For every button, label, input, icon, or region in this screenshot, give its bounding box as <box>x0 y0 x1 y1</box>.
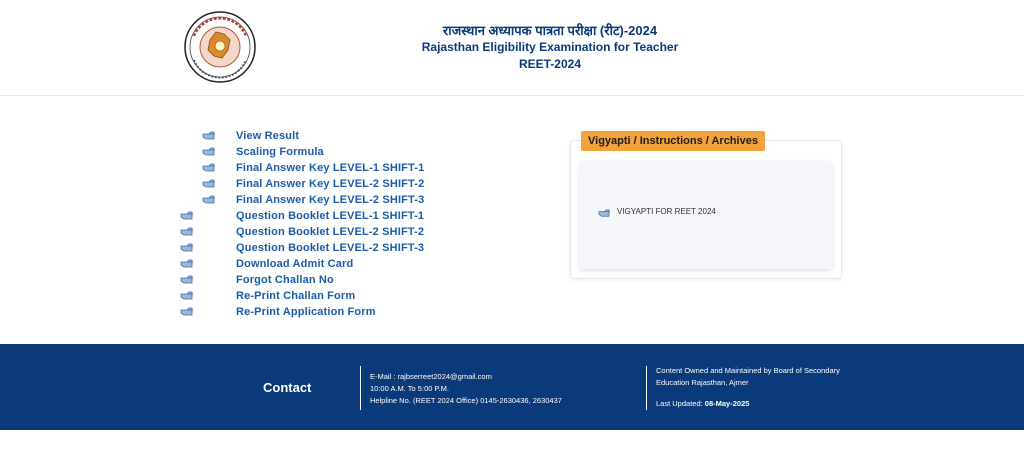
pointing-hand-icon <box>180 257 194 269</box>
title-hindi: राजस्थान अध्यापक पात्रता परीक्षा (रीट)-2… <box>442 23 658 38</box>
pointing-hand-icon <box>202 177 216 189</box>
site-footer: Contact E-Mail : rajbserreet2024@gmail.c… <box>0 344 1024 430</box>
ownership-info: Content Owned and Maintained by Board of… <box>656 365 840 389</box>
download-admit-card-link[interactable]: Download Admit Card <box>236 258 353 270</box>
pointing-hand-icon <box>598 206 611 217</box>
footer-divider <box>646 366 647 410</box>
question-booklet-l1-s1-link[interactable]: Question Booklet LEVEL-1 SHIFT-1 <box>236 210 424 222</box>
contact-helpline: Helpline No. (REET 2024 Office) 0145-263… <box>370 396 562 405</box>
pointing-hand-icon <box>180 241 194 253</box>
board-seal-logo <box>180 10 260 84</box>
owner-line-1: Content Owned and Maintained by Board of… <box>656 366 840 375</box>
owner-line-2: Education Rajasthan, Ajmer <box>656 378 749 387</box>
pointing-hand-icon <box>180 225 194 237</box>
answer-key-l2-s2-link[interactable]: Final Answer Key LEVEL-2 SHIFT-2 <box>236 178 424 190</box>
forgot-challan-link[interactable]: Forgot Challan No <box>236 274 334 286</box>
site-header: राजस्थान अध्यापक पात्रता परीक्षा (रीट)-2… <box>0 0 1024 96</box>
last-updated-date: 08-May-2025 <box>704 399 750 408</box>
question-booklet-l2-s2-link[interactable]: Question Booklet LEVEL-2 SHIFT-2 <box>236 226 424 238</box>
answer-key-l1-s1-link[interactable]: Final Answer Key LEVEL-1 SHIFT-1 <box>236 162 424 174</box>
question-booklet-l2-s3-link[interactable]: Question Booklet LEVEL-2 SHIFT-3 <box>236 242 424 254</box>
pointing-hand-icon <box>180 289 194 301</box>
contact-email[interactable]: E-Mail : rajbserreet2024@gmail.com <box>370 371 562 383</box>
view-result-link[interactable]: View Result <box>236 130 299 142</box>
pointing-hand-icon <box>202 193 216 205</box>
scaling-formula-link[interactable]: Scaling Formula <box>236 146 324 158</box>
pointing-hand-icon <box>202 161 216 173</box>
vigyapti-link[interactable]: VIGYAPTI FOR REET 2024 <box>617 207 716 216</box>
header-title-block: राजस्थान अध्यापक पात्रता परीक्षा (रीट)-2… <box>380 22 720 73</box>
answer-key-l2-s3-link[interactable]: Final Answer Key LEVEL-2 SHIFT-3 <box>236 194 424 206</box>
pointing-hand-icon <box>202 145 216 157</box>
contact-info: E-Mail : rajbserreet2024@gmail.com 10:00… <box>370 371 562 407</box>
last-updated: Last Updated: 08-May-2025 <box>656 399 749 408</box>
footer-divider <box>360 366 361 410</box>
pointing-hand-icon <box>180 209 194 221</box>
pointing-hand-icon <box>202 129 216 141</box>
contact-hours: 10:00 A.M. To 5:00 P.M. <box>370 384 449 393</box>
title-english: Rajasthan Eligibility Examination for Te… <box>421 40 679 54</box>
contact-heading: Contact <box>263 380 312 395</box>
reprint-challan-link[interactable]: Re-Print Challan Form <box>236 290 355 302</box>
last-updated-label: Last Updated: <box>656 399 703 408</box>
archives-tab[interactable]: Vigyapti / Instructions / Archives <box>581 131 765 151</box>
pointing-hand-icon <box>180 305 194 317</box>
pointing-hand-icon <box>180 273 194 285</box>
reprint-application-link[interactable]: Re-Print Application Form <box>236 306 376 318</box>
title-short: REET-2024 <box>518 57 582 71</box>
